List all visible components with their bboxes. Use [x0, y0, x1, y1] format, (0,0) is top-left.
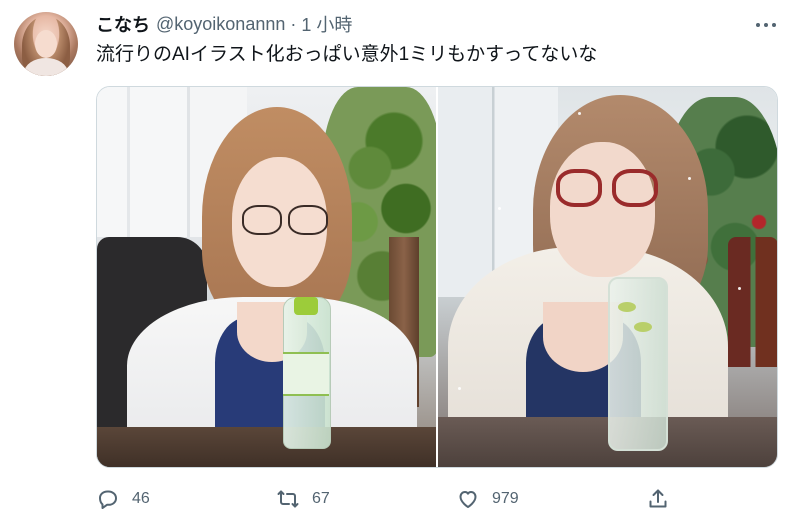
media-grid: [96, 86, 778, 468]
glasses: [242, 205, 328, 235]
retweet-icon: [277, 490, 299, 508]
table: [97, 427, 436, 467]
author-avatar[interactable]: [14, 12, 78, 76]
tweet-actions: 46 67 979: [96, 484, 676, 514]
reply-count: 46: [132, 490, 150, 507]
media-photo-ai-illustration[interactable]: [438, 87, 777, 467]
snow-sparkle: [688, 177, 691, 180]
heart-icon: [459, 491, 477, 508]
glasses: [556, 169, 666, 209]
reply-icon: [99, 490, 117, 509]
author-display-name[interactable]: こなち: [96, 11, 150, 37]
drink-glass: [608, 277, 668, 451]
leaf-garnish: [634, 322, 652, 332]
header-separator: ·: [290, 13, 297, 34]
tweet-timestamp[interactable]: 1 小時: [301, 11, 352, 37]
snow-sparkle: [498, 207, 501, 210]
media-photo-original[interactable]: [97, 87, 436, 467]
snow-sparkle: [458, 387, 461, 390]
subject-face: [550, 142, 655, 277]
tweet[interactable]: こなち @koyoikonannn · 1 小時 流行りのAIイラスト化おっぱい…: [0, 0, 800, 529]
bottle-label: [283, 352, 329, 396]
share-icon: [649, 489, 667, 508]
reply-button[interactable]: 46: [96, 484, 150, 514]
wine-bottles: [728, 237, 777, 367]
snow-sparkle: [738, 287, 741, 290]
more-horizontal-icon: [754, 23, 778, 27]
author-handle[interactable]: @koyoikonannn: [156, 14, 285, 35]
like-count: 979: [492, 490, 519, 507]
more-options-button[interactable]: [752, 14, 780, 36]
tweet-text: 流行りのAIイラスト化おっぱい意外1ミリもかすってないな: [96, 44, 598, 65]
leaf-garnish: [618, 302, 636, 312]
tweet-header: こなち @koyoikonannn · 1 小時: [96, 12, 352, 36]
snow-sparkle: [578, 112, 581, 115]
retweet-count: 67: [312, 490, 330, 507]
like-button[interactable]: 979: [456, 484, 519, 514]
bottle-cap: [294, 297, 318, 315]
retweet-button[interactable]: 67: [276, 484, 330, 514]
avatar-face: [35, 30, 57, 58]
share-button[interactable]: [646, 484, 670, 514]
